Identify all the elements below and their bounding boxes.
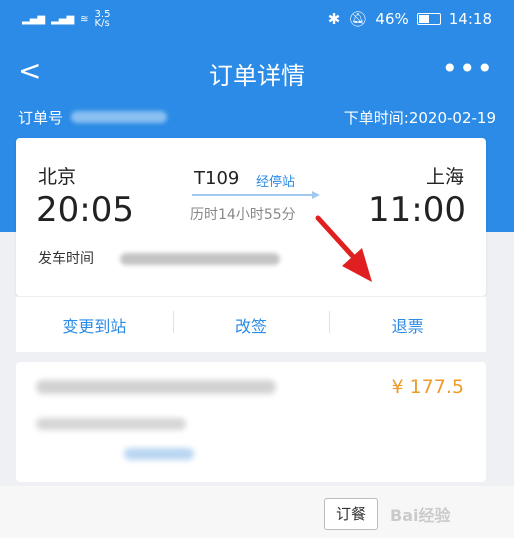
trip-duration: 历时14小时55分 [190, 207, 296, 223]
order-info: 订单号 下单时间:2020-02-19 [18, 106, 496, 128]
network-speed: 3.5 K/s [94, 9, 111, 29]
navbar: < 订单详情 ••• [0, 52, 514, 92]
route-arrow-icon [192, 191, 320, 199]
wifi-icon: ≋ [80, 13, 89, 25]
signal-icon-2: ▂▄▆ [51, 13, 75, 25]
departure-time: 20:05 [36, 190, 134, 230]
ticket-tag-redacted [124, 448, 194, 460]
footer-bar: 订餐 Bai经验 [0, 486, 514, 538]
mute-icon: 🔕︎ [348, 10, 368, 28]
status-bar: ▂▄▆ ▂▄▆ ≋ 3.5 K/s ✱ 🔕︎ 46% 14:18 [22, 8, 492, 30]
more-icon[interactable]: ••• [441, 52, 494, 86]
arrival-city: 上海 [425, 166, 464, 188]
change-station-button[interactable]: 变更到站 [16, 313, 173, 337]
trip-card: 北京 20:05 T109 经停站 历时14小时55分 上海 11:00 发车时… [16, 138, 486, 296]
signal-icon: ▂▄▆ [22, 13, 46, 25]
watermark: Bai经验 [390, 506, 451, 525]
battery-icon [416, 13, 441, 25]
depart-time-redacted [120, 253, 280, 265]
order-time: 下单时间:2020-02-19 [343, 108, 496, 127]
refund-button[interactable]: 退票 [329, 310, 486, 337]
order-number-redacted [71, 111, 168, 123]
page-title: 订单详情 [209, 62, 305, 90]
passenger-name-redacted [36, 380, 276, 394]
passenger-card: ¥ 177.5 [16, 362, 486, 482]
train-number: T109 [194, 168, 240, 189]
departure-city: 北京 [38, 166, 77, 188]
bluetooth-icon: ✱ [327, 10, 341, 28]
ticket-price: ¥ 177.5 [391, 376, 464, 398]
meal-order-button[interactable]: 订餐 [324, 498, 378, 530]
seat-info-redacted [36, 418, 186, 430]
depart-time-label: 发车时间 [38, 251, 94, 267]
battery-text: 46% [375, 10, 409, 28]
order-number-label: 订单号 [18, 108, 64, 127]
arrival-time: 11:00 [368, 190, 466, 230]
action-bar: 变更到站 改签 退票 [16, 296, 486, 352]
stops-link[interactable]: 经停站 [256, 171, 295, 190]
reschedule-button[interactable]: 改签 [172, 310, 330, 337]
clock: 14:18 [448, 10, 492, 28]
